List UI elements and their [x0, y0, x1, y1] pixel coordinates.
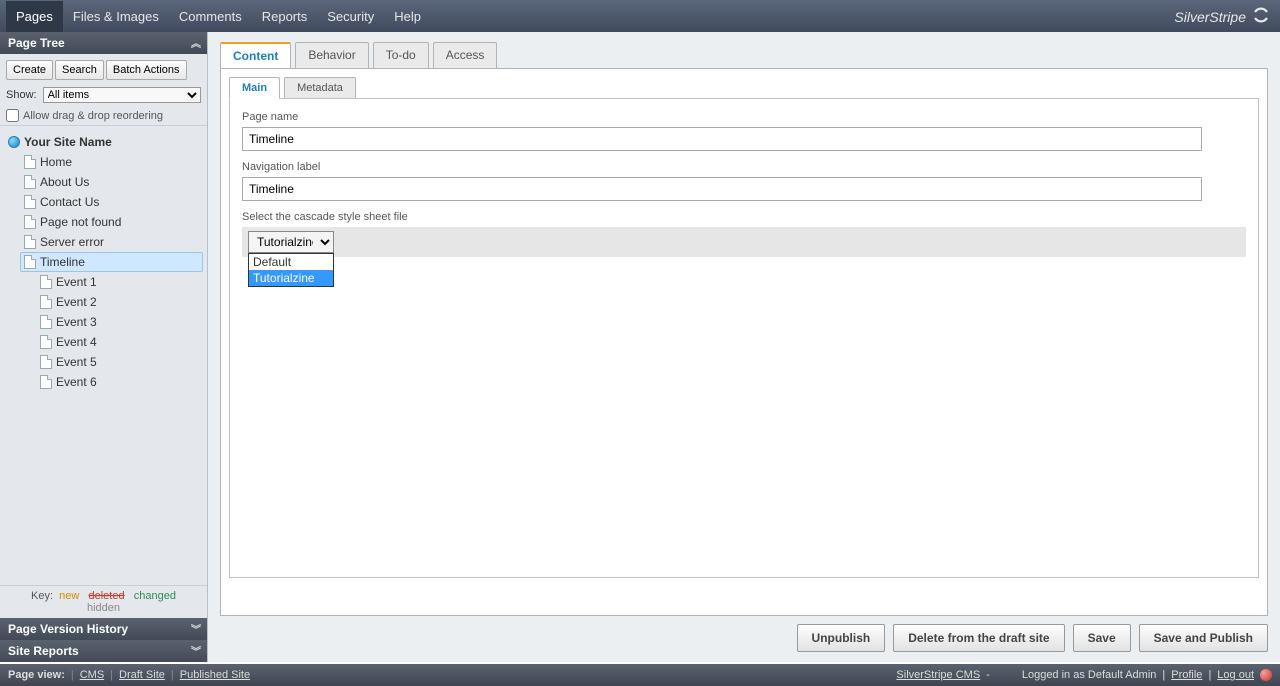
expand-icon: ︾: [191, 643, 201, 658]
logged-in-text: Logged in as Default Admin: [1022, 669, 1157, 681]
brand-text: SilverStripe: [1174, 9, 1246, 25]
css-option-tutorialzine[interactable]: Tutorialzine: [249, 270, 333, 286]
nav-comments[interactable]: Comments: [169, 1, 252, 32]
pageview-draft-link[interactable]: Draft Site: [119, 669, 165, 681]
subtab-main[interactable]: Main: [229, 77, 280, 99]
page-name-label: Page name: [242, 111, 1246, 123]
tree-item-event-4[interactable]: Event 4: [36, 332, 203, 352]
delete-draft-button[interactable]: Delete from the draft site: [893, 624, 1064, 652]
batch-actions-button[interactable]: Batch Actions: [106, 60, 187, 80]
subtab-metadata[interactable]: Metadata: [284, 77, 356, 99]
nav-reports[interactable]: Reports: [252, 1, 318, 32]
globe-icon: [8, 136, 20, 148]
collapse-icon: ︽: [191, 35, 201, 50]
editor-tabs: Content Behavior To-do Access: [220, 42, 1268, 68]
page-icon: [24, 175, 36, 189]
page-icon: [24, 215, 36, 229]
content-subtabs: Main Metadata: [229, 77, 1259, 99]
page-icon: [40, 355, 52, 369]
tree-toolbar: Create Search Batch Actions: [0, 54, 207, 84]
nav-label-label: Navigation label: [242, 161, 1246, 173]
nav-files-images[interactable]: Files & Images: [63, 1, 169, 32]
page-icon: [24, 195, 36, 209]
site-reports-header[interactable]: Site Reports ︾: [0, 640, 207, 662]
site-name: Your Site Name: [24, 135, 112, 149]
tree-item-home[interactable]: Home: [20, 152, 203, 172]
css-select[interactable]: Tutorialzine: [248, 231, 334, 253]
save-button[interactable]: Save: [1073, 624, 1131, 652]
page-name-input[interactable]: [242, 127, 1202, 151]
tree-item-event-1[interactable]: Event 1: [36, 272, 203, 292]
show-label: Show:: [6, 89, 37, 101]
css-option-default[interactable]: Default: [249, 254, 333, 270]
nav-security[interactable]: Security: [317, 1, 384, 32]
tree-item-event-6[interactable]: Event 6: [36, 372, 203, 392]
page-icon: [24, 255, 36, 269]
tab-todo[interactable]: To-do: [373, 42, 429, 68]
page-icon: [40, 295, 52, 309]
tree-item-timeline[interactable]: Timeline: [20, 252, 203, 272]
page-tree: Your Site Name Home About Us Contact Us …: [0, 126, 207, 585]
allow-dnd-label: Allow drag & drop reordering: [23, 110, 163, 122]
tab-access[interactable]: Access: [433, 42, 498, 68]
tree-item-contact[interactable]: Contact Us: [20, 192, 203, 212]
page-view-label: Page view:: [8, 669, 65, 681]
page-icon: [40, 275, 52, 289]
pageview-cms-link[interactable]: CMS: [80, 669, 104, 681]
tree-item-notfound[interactable]: Page not found: [20, 212, 203, 232]
nav-label-input[interactable]: [242, 177, 1202, 201]
page-tree-title: Page Tree: [8, 36, 65, 50]
tree-key: Key: new deleted changed hidden: [0, 585, 207, 618]
status-dot-icon: [1260, 669, 1272, 681]
unpublish-button[interactable]: Unpublish: [797, 624, 886, 652]
page-tree-header[interactable]: Page Tree ︽: [0, 32, 207, 54]
show-filter-select[interactable]: All items: [43, 87, 201, 103]
tree-item-about[interactable]: About Us: [20, 172, 203, 192]
expand-icon: ︾: [191, 621, 201, 636]
page-icon: [24, 235, 36, 249]
search-button[interactable]: Search: [55, 60, 104, 80]
profile-link[interactable]: Profile: [1171, 669, 1202, 681]
footer: Page view: | CMS | Draft Site | Publishe…: [0, 664, 1280, 686]
tree-item-servererror[interactable]: Server error: [20, 232, 203, 252]
tab-behavior[interactable]: Behavior: [295, 42, 368, 68]
create-button[interactable]: Create: [6, 60, 53, 80]
pageview-published-link[interactable]: Published Site: [180, 669, 250, 681]
page-icon: [40, 335, 52, 349]
page-icon: [40, 375, 52, 389]
save-publish-button[interactable]: Save and Publish: [1139, 624, 1268, 652]
main-editor: Content Behavior To-do Access Main Metad…: [208, 32, 1280, 662]
brand: SilverStripe: [1174, 6, 1270, 27]
page-icon: [40, 315, 52, 329]
page-version-history-header[interactable]: Page Version History ︾: [0, 618, 207, 640]
brand-logo-icon: [1252, 6, 1270, 27]
sidebar: Page Tree ︽ Create Search Batch Actions …: [0, 32, 208, 662]
logout-link[interactable]: Log out: [1217, 669, 1254, 681]
top-navigation: Pages Files & Images Comments Reports Se…: [0, 0, 1280, 32]
allow-dnd-checkbox[interactable]: [6, 109, 19, 122]
tree-root[interactable]: Your Site Name: [4, 132, 203, 152]
page-icon: [24, 155, 36, 169]
silverstripe-cms-link[interactable]: SilverStripe CMS: [896, 669, 980, 681]
css-select-label: Select the cascade style sheet file: [242, 211, 1246, 223]
tree-item-event-5[interactable]: Event 5: [36, 352, 203, 372]
tree-item-event-3[interactable]: Event 3: [36, 312, 203, 332]
css-select-dropdown: Default Tutorialzine: [248, 253, 334, 287]
footer-dash: -: [986, 669, 990, 681]
nav-help[interactable]: Help: [384, 1, 431, 32]
editor-actions: Unpublish Delete from the draft site Sav…: [220, 616, 1268, 656]
nav-pages[interactable]: Pages: [6, 1, 63, 32]
tree-item-event-2[interactable]: Event 2: [36, 292, 203, 312]
tab-content[interactable]: Content: [220, 42, 291, 68]
